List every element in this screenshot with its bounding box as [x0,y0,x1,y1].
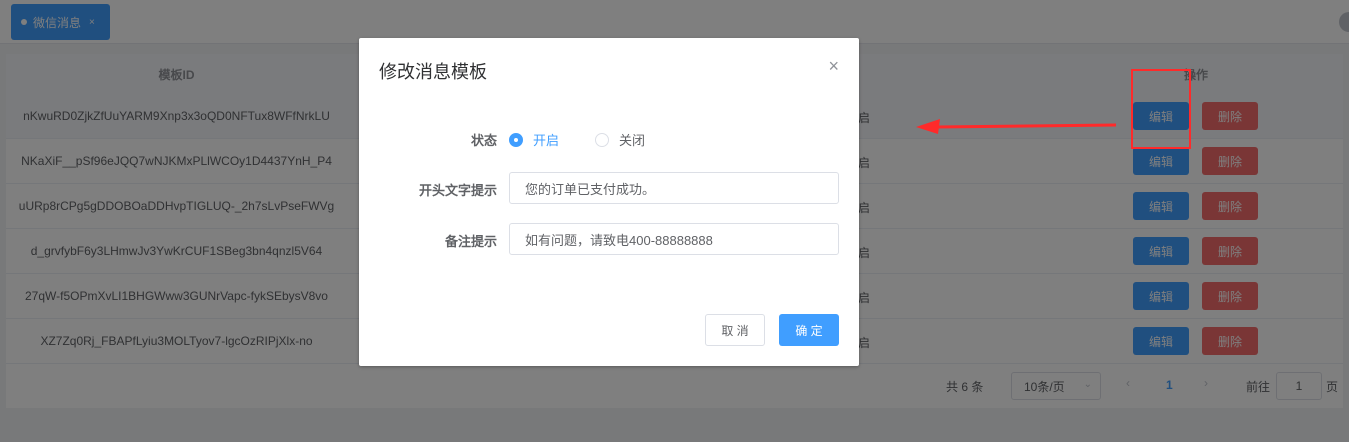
remark-row: 备注提示 [359,223,859,255]
radio-checked-icon [509,132,523,147]
header-text-input[interactable] [509,172,839,204]
remark-input[interactable] [509,223,839,255]
radio-off-label: 关闭 [619,133,646,148]
status-label: 状态 [470,133,497,148]
dialog-title: 修改消息模板 [379,62,487,82]
header-text-label: 开头文字提示 [418,183,497,198]
remark-label: 备注提示 [444,234,497,249]
header-text-row: 开头文字提示 [359,172,859,204]
radio-status-off[interactable]: 关闭 [595,130,645,149]
cancel-button[interactable]: 取 消 [705,314,765,346]
status-row: 状态 开启 关闭 [359,122,859,154]
annotation-highlight-box [1131,69,1191,149]
edit-template-dialog: 修改消息模板 × 状态 开启 关闭 开头文字提示 备注提示 取 消 确 定 [359,38,859,366]
annotation-arrow-icon [916,119,1117,134]
radio-unchecked-icon [595,132,609,147]
radio-on-label: 开启 [533,133,560,148]
close-icon[interactable]: × [828,56,839,77]
confirm-button[interactable]: 确 定 [779,314,839,346]
radio-status-on[interactable]: 开启 [509,130,559,149]
